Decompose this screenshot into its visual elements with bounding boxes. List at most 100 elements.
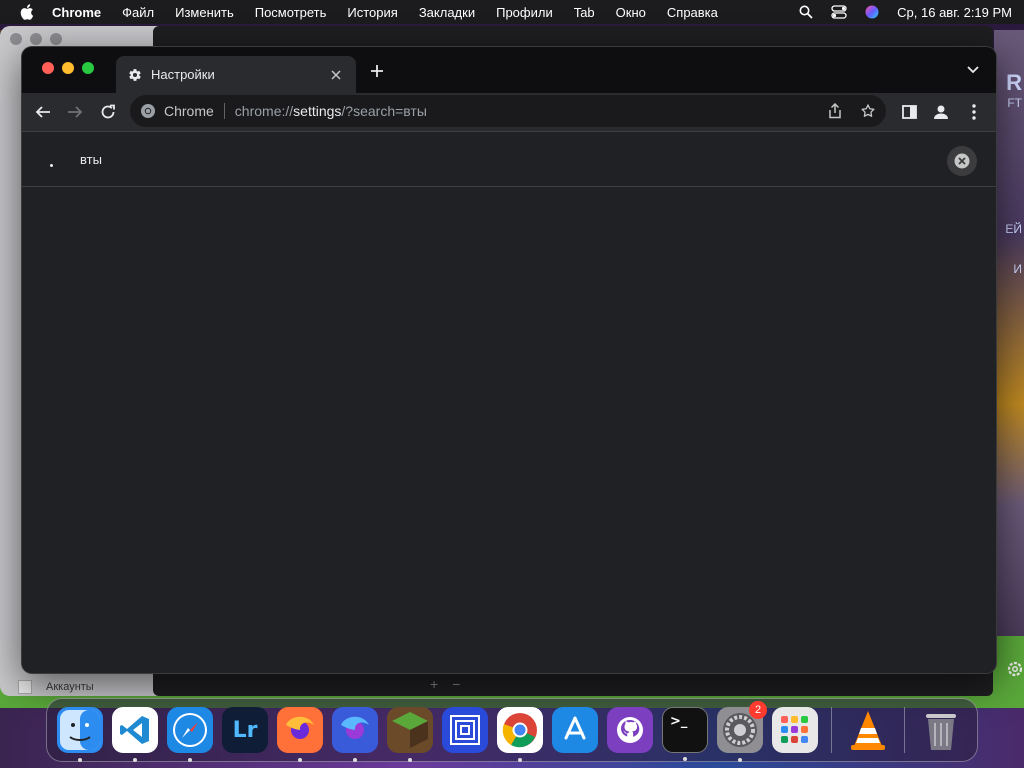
window-controls <box>42 62 94 74</box>
menu-bar-status-area: Ср, 16 авг. 2:19 PM <box>799 5 1012 20</box>
apple-icon[interactable] <box>20 4 34 20</box>
dock-app-vlc[interactable] <box>845 707 891 753</box>
profile-button[interactable] <box>931 102 951 122</box>
chrome-window: Настройки Chrome chrome://settings/?sear… <box>22 47 996 673</box>
dock-separator <box>904 707 905 753</box>
plus-icon: + <box>430 676 439 692</box>
dock-separator <box>831 707 832 753</box>
dock-app-vscode[interactable] <box>112 707 158 762</box>
background-plus-minus: + − <box>430 676 460 692</box>
dock-app-safari[interactable] <box>167 707 213 762</box>
running-indicator <box>408 758 412 762</box>
menu-item-file[interactable]: Файл <box>122 5 154 20</box>
checkbox-icon <box>18 680 32 694</box>
tab-search-button[interactable] <box>966 64 980 76</box>
settings-search-bar[interactable]: вты <box>22 131 996 187</box>
menu-item-profiles[interactable]: Профили <box>496 5 553 20</box>
close-icon <box>331 69 341 80</box>
menu-bar-clock[interactable]: Ср, 16 авг. 2:19 PM <box>897 5 1012 20</box>
running-indicator <box>683 757 687 761</box>
dock-app-minecraft[interactable] <box>387 707 433 762</box>
back-button[interactable] <box>33 102 53 122</box>
dock-app-launchpad[interactable] <box>772 707 818 753</box>
dock-app-lightroom[interactable]: Lr <box>222 707 268 753</box>
menu-item-edit[interactable]: Изменить <box>175 5 234 20</box>
dock-app-terminal[interactable]: >_ <box>662 707 708 761</box>
background-status-text: Аккаунты <box>46 681 94 693</box>
side-panel-button[interactable] <box>899 102 919 122</box>
menu-app-name[interactable]: Chrome <box>52 5 101 20</box>
finder-icon <box>60 710 100 750</box>
reload-button[interactable] <box>98 102 118 122</box>
tab-title: Настройки <box>151 67 215 82</box>
desktop-wallpaper-right <box>994 30 1024 710</box>
menu-item-history[interactable]: История <box>347 5 397 20</box>
dock-app-app-store[interactable] <box>552 707 598 753</box>
clear-search-button[interactable] <box>947 146 977 176</box>
dock-app-trash[interactable] <box>918 707 964 753</box>
dock-app-firefox[interactable] <box>277 707 323 762</box>
forward-button[interactable] <box>65 102 85 122</box>
running-indicator <box>298 758 302 762</box>
menu-item-tab[interactable]: Tab <box>574 5 595 20</box>
menu-item-window[interactable]: Окно <box>616 5 646 20</box>
arrow-left-icon <box>35 106 50 118</box>
dock-app-firefox-developer[interactable] <box>332 707 378 762</box>
arrow-right-icon <box>68 106 83 118</box>
dock-app-chrome[interactable] <box>497 707 543 762</box>
minimize-window-button[interactable] <box>62 62 74 74</box>
gear-icon <box>1006 660 1024 678</box>
chrome-logo-icon <box>141 104 155 118</box>
tab-settings[interactable]: Настройки <box>116 56 356 93</box>
url-path: /?search=вты <box>341 103 427 119</box>
address-separator <box>223 103 225 119</box>
menu-item-bookmarks[interactable]: Закладки <box>419 5 475 20</box>
new-tab-button[interactable] <box>368 62 386 80</box>
vlc-icon <box>846 708 890 752</box>
settings-search-input[interactable]: вты <box>80 152 102 167</box>
tab-close-button[interactable] <box>328 67 344 83</box>
menu-item-view[interactable]: Посмотреть <box>255 5 327 20</box>
site-label: Chrome <box>164 103 214 119</box>
running-indicator <box>518 758 522 762</box>
settings-content-area <box>22 188 996 673</box>
spotlight-search-icon[interactable] <box>799 5 813 19</box>
background-edge-text: И <box>1013 262 1022 276</box>
chrome-icon <box>501 711 539 749</box>
running-indicator <box>353 758 357 762</box>
minus-icon: − <box>452 676 461 692</box>
url-host: settings <box>293 103 342 119</box>
menu-item-help[interactable]: Справка <box>667 5 718 20</box>
share-icon[interactable] <box>828 103 842 119</box>
background-window-controls <box>10 33 62 45</box>
background-edge-text: FT <box>1007 96 1022 110</box>
firefox-icon <box>281 711 319 749</box>
address-bar[interactable]: Chrome chrome://settings/?search=вты <box>130 95 886 127</box>
clear-icon <box>954 153 970 169</box>
siri-icon[interactable] <box>865 5 879 19</box>
control-center-icon[interactable] <box>831 5 847 19</box>
github-desktop-icon <box>614 714 646 746</box>
chrome-menu-button[interactable] <box>964 102 984 122</box>
screen-app-icon <box>448 713 482 747</box>
address-bar-actions <box>828 103 876 119</box>
bookmark-star-icon[interactable] <box>860 103 876 119</box>
dock-app-finder[interactable] <box>57 707 103 762</box>
side-panel-icon <box>901 105 917 119</box>
address-url: chrome://settings/?search=вты <box>235 103 427 119</box>
running-indicator <box>738 758 742 762</box>
url-scheme: chrome:// <box>234 103 294 119</box>
close-window-button[interactable] <box>42 62 54 74</box>
background-edge-text: R <box>1006 70 1022 95</box>
reload-icon <box>101 104 115 119</box>
more-vertical-icon <box>972 104 976 120</box>
dock-app-system-settings[interactable]: 2 <box>717 701 767 762</box>
gear-icon <box>129 68 141 81</box>
dock-app-github-desktop[interactable] <box>607 707 653 753</box>
dock-app-screen-app[interactable] <box>442 707 488 753</box>
maximize-window-button[interactable] <box>82 62 94 74</box>
notification-badge: 2 <box>749 701 767 719</box>
lightroom-icon-label: Lr <box>232 717 258 743</box>
running-indicator <box>133 758 137 762</box>
menu-bar: Chrome Файл Изменить Посмотреть История … <box>0 0 1024 24</box>
